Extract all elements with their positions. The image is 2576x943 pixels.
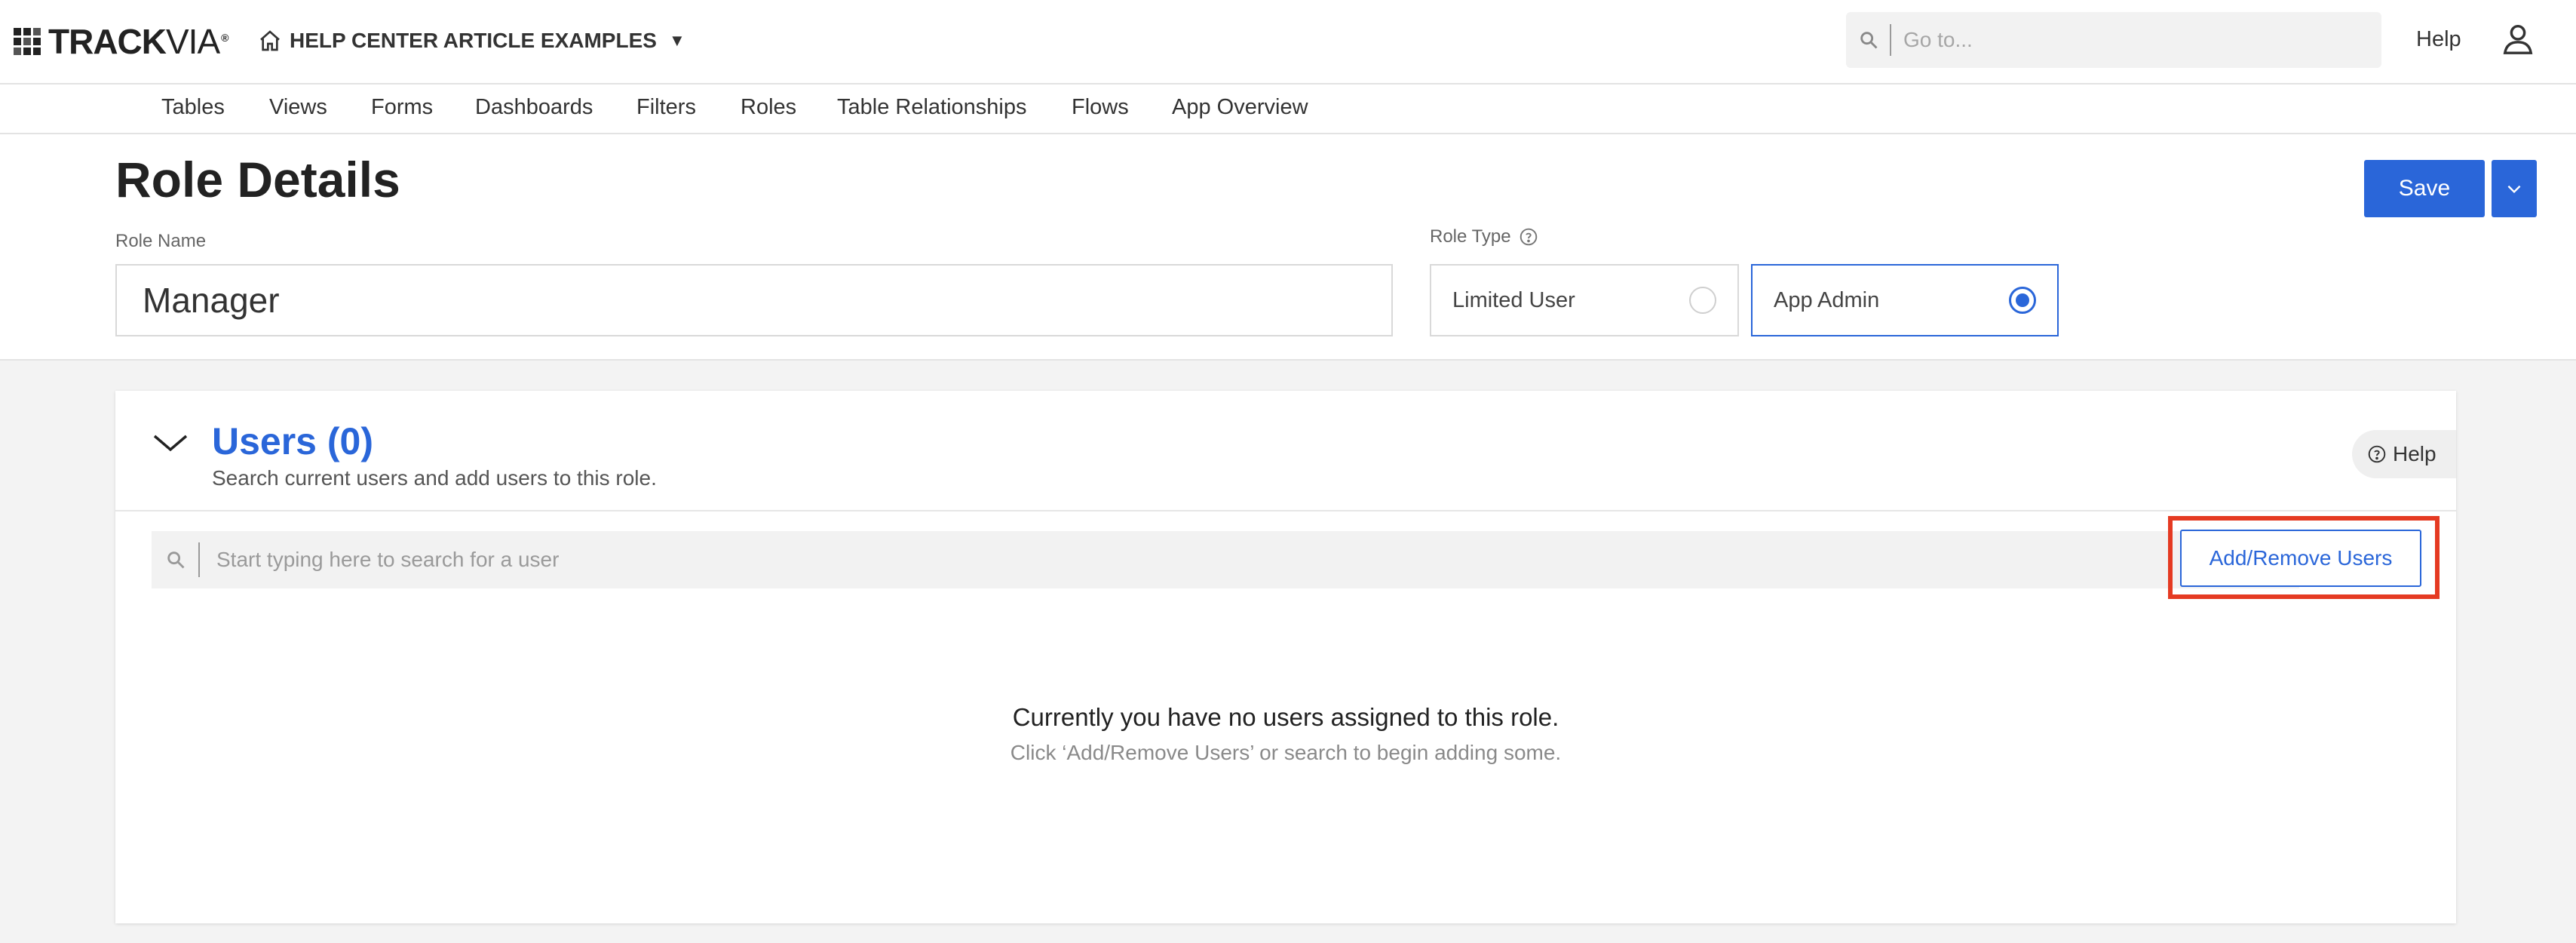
tab-dashboards[interactable]: Dashboards	[475, 95, 593, 120]
tab-filters[interactable]: Filters	[636, 95, 696, 120]
radio-button-unselected[interactable]	[1689, 287, 1716, 314]
role-type-label-text: Role Type	[1430, 226, 1511, 247]
nav-tabs: Tables Views Forms Dashboards Filters Ro…	[0, 84, 2576, 134]
empty-state-title: Currently you have no users assigned to …	[1012, 703, 1559, 731]
top-bar: TRACKVIA ® HELP CENTER ARTICLE EXAMPLES ▼…	[0, 0, 2576, 84]
search-icon	[165, 549, 186, 570]
tab-flows[interactable]: Flows	[1072, 95, 1129, 120]
help-circle-icon	[2368, 445, 2386, 463]
save-options-button[interactable]	[2492, 160, 2537, 217]
divider	[115, 510, 2456, 511]
logo-text: TRACKVIA ®	[48, 22, 229, 61]
users-help-label: Help	[2393, 442, 2436, 465]
search-divider	[1890, 24, 1891, 56]
search-divider	[198, 542, 200, 577]
radio-app-admin-label: App Admin	[1774, 287, 1880, 312]
role-name-label: Role Name	[115, 231, 207, 251]
users-section-subtitle: Search current users and add users to th…	[212, 466, 657, 490]
trackvia-logo[interactable]: TRACKVIA ®	[14, 22, 229, 61]
radio-app-admin[interactable]: App Admin	[1751, 264, 2059, 336]
help-circle-icon[interactable]	[1519, 227, 1538, 247]
tab-table-relationships[interactable]: Table Relationships	[837, 95, 1026, 120]
tab-roles[interactable]: Roles	[741, 95, 796, 120]
logo-grid-icon	[14, 28, 41, 55]
collapse-chevron-icon[interactable]	[152, 432, 189, 458]
goto-search[interactable]	[1846, 12, 2381, 68]
help-link[interactable]: Help	[2416, 27, 2461, 52]
radio-limited-user-label: Limited User	[1452, 287, 1575, 312]
search-icon	[1858, 29, 1879, 51]
app-selector[interactable]: HELP CENTER ARTICLE EXAMPLES ▼	[258, 26, 685, 56]
role-name-input[interactable]	[115, 264, 1393, 336]
home-icon	[260, 30, 280, 51]
tab-views[interactable]: Views	[269, 95, 327, 120]
empty-state-subtitle: Click ‘Add/Remove Users’ or search to be…	[1010, 741, 1562, 764]
role-type-label: Role Type	[1430, 226, 1538, 247]
goto-input[interactable]	[1902, 27, 2327, 53]
tab-app-overview[interactable]: App Overview	[1172, 95, 1308, 120]
role-details-panel: Role Details Save Role Name Role Type Li…	[0, 134, 2576, 361]
tab-forms[interactable]: Forms	[371, 95, 433, 120]
add-remove-users-button[interactable]: Add/Remove Users	[2180, 530, 2421, 587]
tab-tables[interactable]: Tables	[161, 95, 225, 120]
users-help-button[interactable]: Help	[2352, 430, 2456, 478]
save-button[interactable]: Save	[2364, 160, 2485, 217]
radio-limited-user[interactable]: Limited User	[1430, 264, 1739, 336]
users-section-title[interactable]: Users (0)	[212, 419, 373, 463]
app-name-label: HELP CENTER ARTICLE EXAMPLES	[290, 29, 657, 52]
user-search-bar[interactable]	[152, 531, 2299, 588]
chevron-down-icon	[2507, 185, 2521, 194]
users-card: Users (0) Search current users and add u…	[115, 391, 2456, 923]
user-profile-icon[interactable]	[2501, 21, 2535, 60]
caret-down-icon: ▼	[668, 31, 685, 50]
page-title: Role Details	[115, 152, 400, 207]
radio-button-selected[interactable]	[2009, 287, 2036, 314]
user-search-input[interactable]	[215, 547, 2179, 573]
